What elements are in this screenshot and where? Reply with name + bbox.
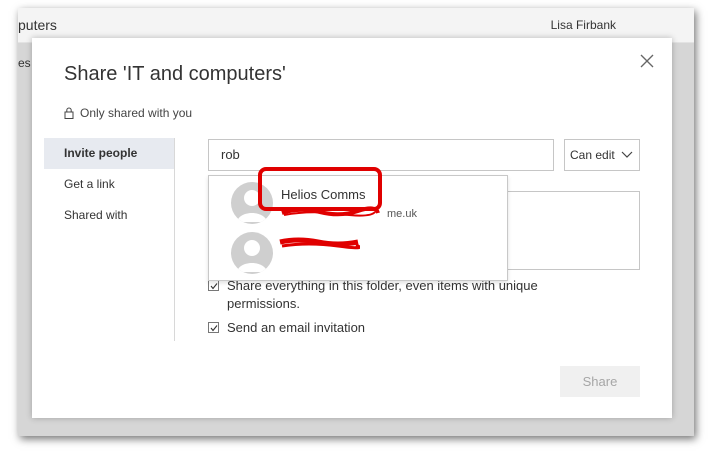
permission-select[interactable]: Can edit	[564, 139, 640, 171]
share-everything-checkbox[interactable]	[208, 280, 219, 291]
share-nav: Invite people Get a link Shared with	[44, 138, 174, 231]
chevron-down-icon	[621, 151, 633, 158]
annotation-highlight	[258, 167, 382, 211]
email-invitation-option[interactable]: Send an email invitation	[208, 319, 608, 337]
app-title: puters	[18, 17, 57, 33]
close-icon	[640, 54, 654, 68]
shared-status-text: Only shared with you	[80, 106, 193, 120]
share-everything-option[interactable]: Share everything in this folder, even it…	[208, 277, 608, 313]
redaction-scribble	[279, 237, 360, 250]
checkmark-icon	[210, 283, 218, 290]
person-icon	[237, 240, 267, 272]
nav-divider	[174, 138, 175, 341]
checkmark-icon	[210, 325, 218, 332]
user-name[interactable]: Lisa Firbank	[551, 18, 616, 32]
people-search-input[interactable]: rob	[208, 139, 554, 171]
lock-icon	[64, 107, 74, 119]
dialog-title: Share 'IT and computers'	[64, 63, 286, 85]
suggestion-email: me.uk	[387, 208, 417, 220]
nav-invite-people[interactable]: Invite people	[44, 138, 174, 169]
email-invitation-label: Send an email invitation	[227, 320, 366, 335]
avatar	[231, 232, 273, 274]
share-button[interactable]: Share	[560, 366, 640, 397]
shared-status: Only shared with you	[64, 106, 192, 120]
nav-get-a-link[interactable]: Get a link	[44, 169, 174, 200]
close-button[interactable]	[638, 52, 656, 70]
share-everything-label: Share everything in this folder, even it…	[227, 278, 538, 311]
permission-value: Can edit	[570, 148, 615, 162]
email-invitation-checkbox[interactable]	[208, 322, 219, 333]
background-side-text: es	[18, 56, 31, 70]
nav-shared-with[interactable]: Shared with	[44, 200, 174, 231]
